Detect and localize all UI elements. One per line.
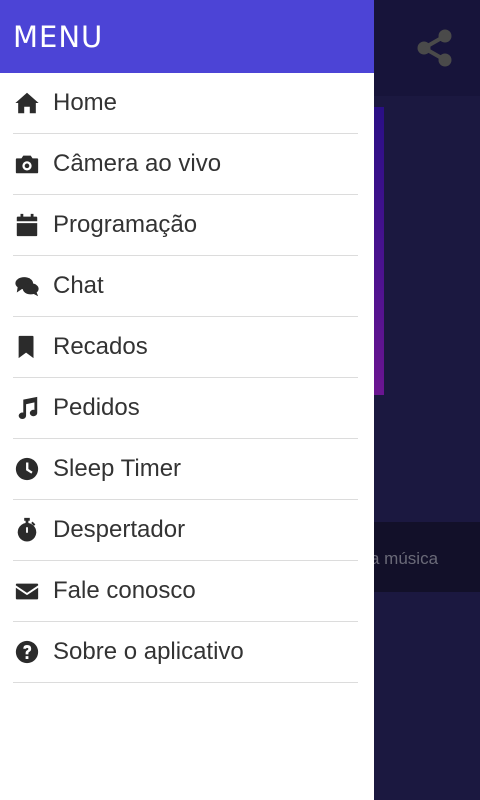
menu-item-requests[interactable]: Pedidos	[13, 378, 358, 439]
music-note-icon	[13, 394, 41, 422]
menu-item-chat[interactable]: Chat	[13, 256, 358, 317]
question-circle-icon	[13, 638, 41, 666]
bookmark-icon	[13, 333, 41, 361]
drawer-title: MENU	[13, 19, 104, 54]
menu-list: Home Câmera ao vivo Programação Chat Rec	[0, 73, 374, 683]
menu-item-label: Câmera ao vivo	[53, 150, 222, 177]
camera-icon	[13, 150, 41, 178]
menu-item-label: Recados	[53, 333, 148, 360]
stopwatch-icon	[13, 516, 41, 544]
menu-item-sleep-timer[interactable]: Sleep Timer	[13, 439, 358, 500]
menu-item-contact[interactable]: Fale conosco	[13, 561, 358, 622]
menu-item-label: Pedidos	[53, 394, 140, 421]
menu-item-label: Programação	[53, 211, 198, 238]
menu-item-schedule[interactable]: Programação	[13, 195, 358, 256]
menu-item-label: Chat	[53, 272, 104, 299]
menu-item-label: Sobre o aplicativo	[53, 638, 244, 665]
home-icon	[13, 89, 41, 117]
menu-item-label: Home	[53, 89, 118, 116]
menu-item-label: Despertador	[53, 516, 186, 543]
menu-item-messages[interactable]: Recados	[13, 317, 358, 378]
navigation-drawer: MENU Home Câmera ao vivo Programação Cha…	[0, 0, 374, 800]
envelope-icon	[13, 577, 41, 605]
album-art	[374, 107, 384, 395]
share-icon[interactable]	[416, 28, 454, 68]
calendar-icon	[13, 211, 41, 239]
menu-item-about[interactable]: Sobre o aplicativo	[13, 622, 358, 683]
menu-item-home[interactable]: Home	[13, 73, 358, 134]
menu-item-label: Fale conosco	[53, 577, 196, 604]
now-playing-text: a música	[370, 549, 439, 568]
menu-item-camera[interactable]: Câmera ao vivo	[13, 134, 358, 195]
menu-item-alarm[interactable]: Despertador	[13, 500, 358, 561]
clock-icon	[13, 455, 41, 483]
chat-icon	[13, 272, 41, 300]
drawer-header: MENU	[0, 0, 374, 73]
menu-item-label: Sleep Timer	[53, 455, 182, 482]
